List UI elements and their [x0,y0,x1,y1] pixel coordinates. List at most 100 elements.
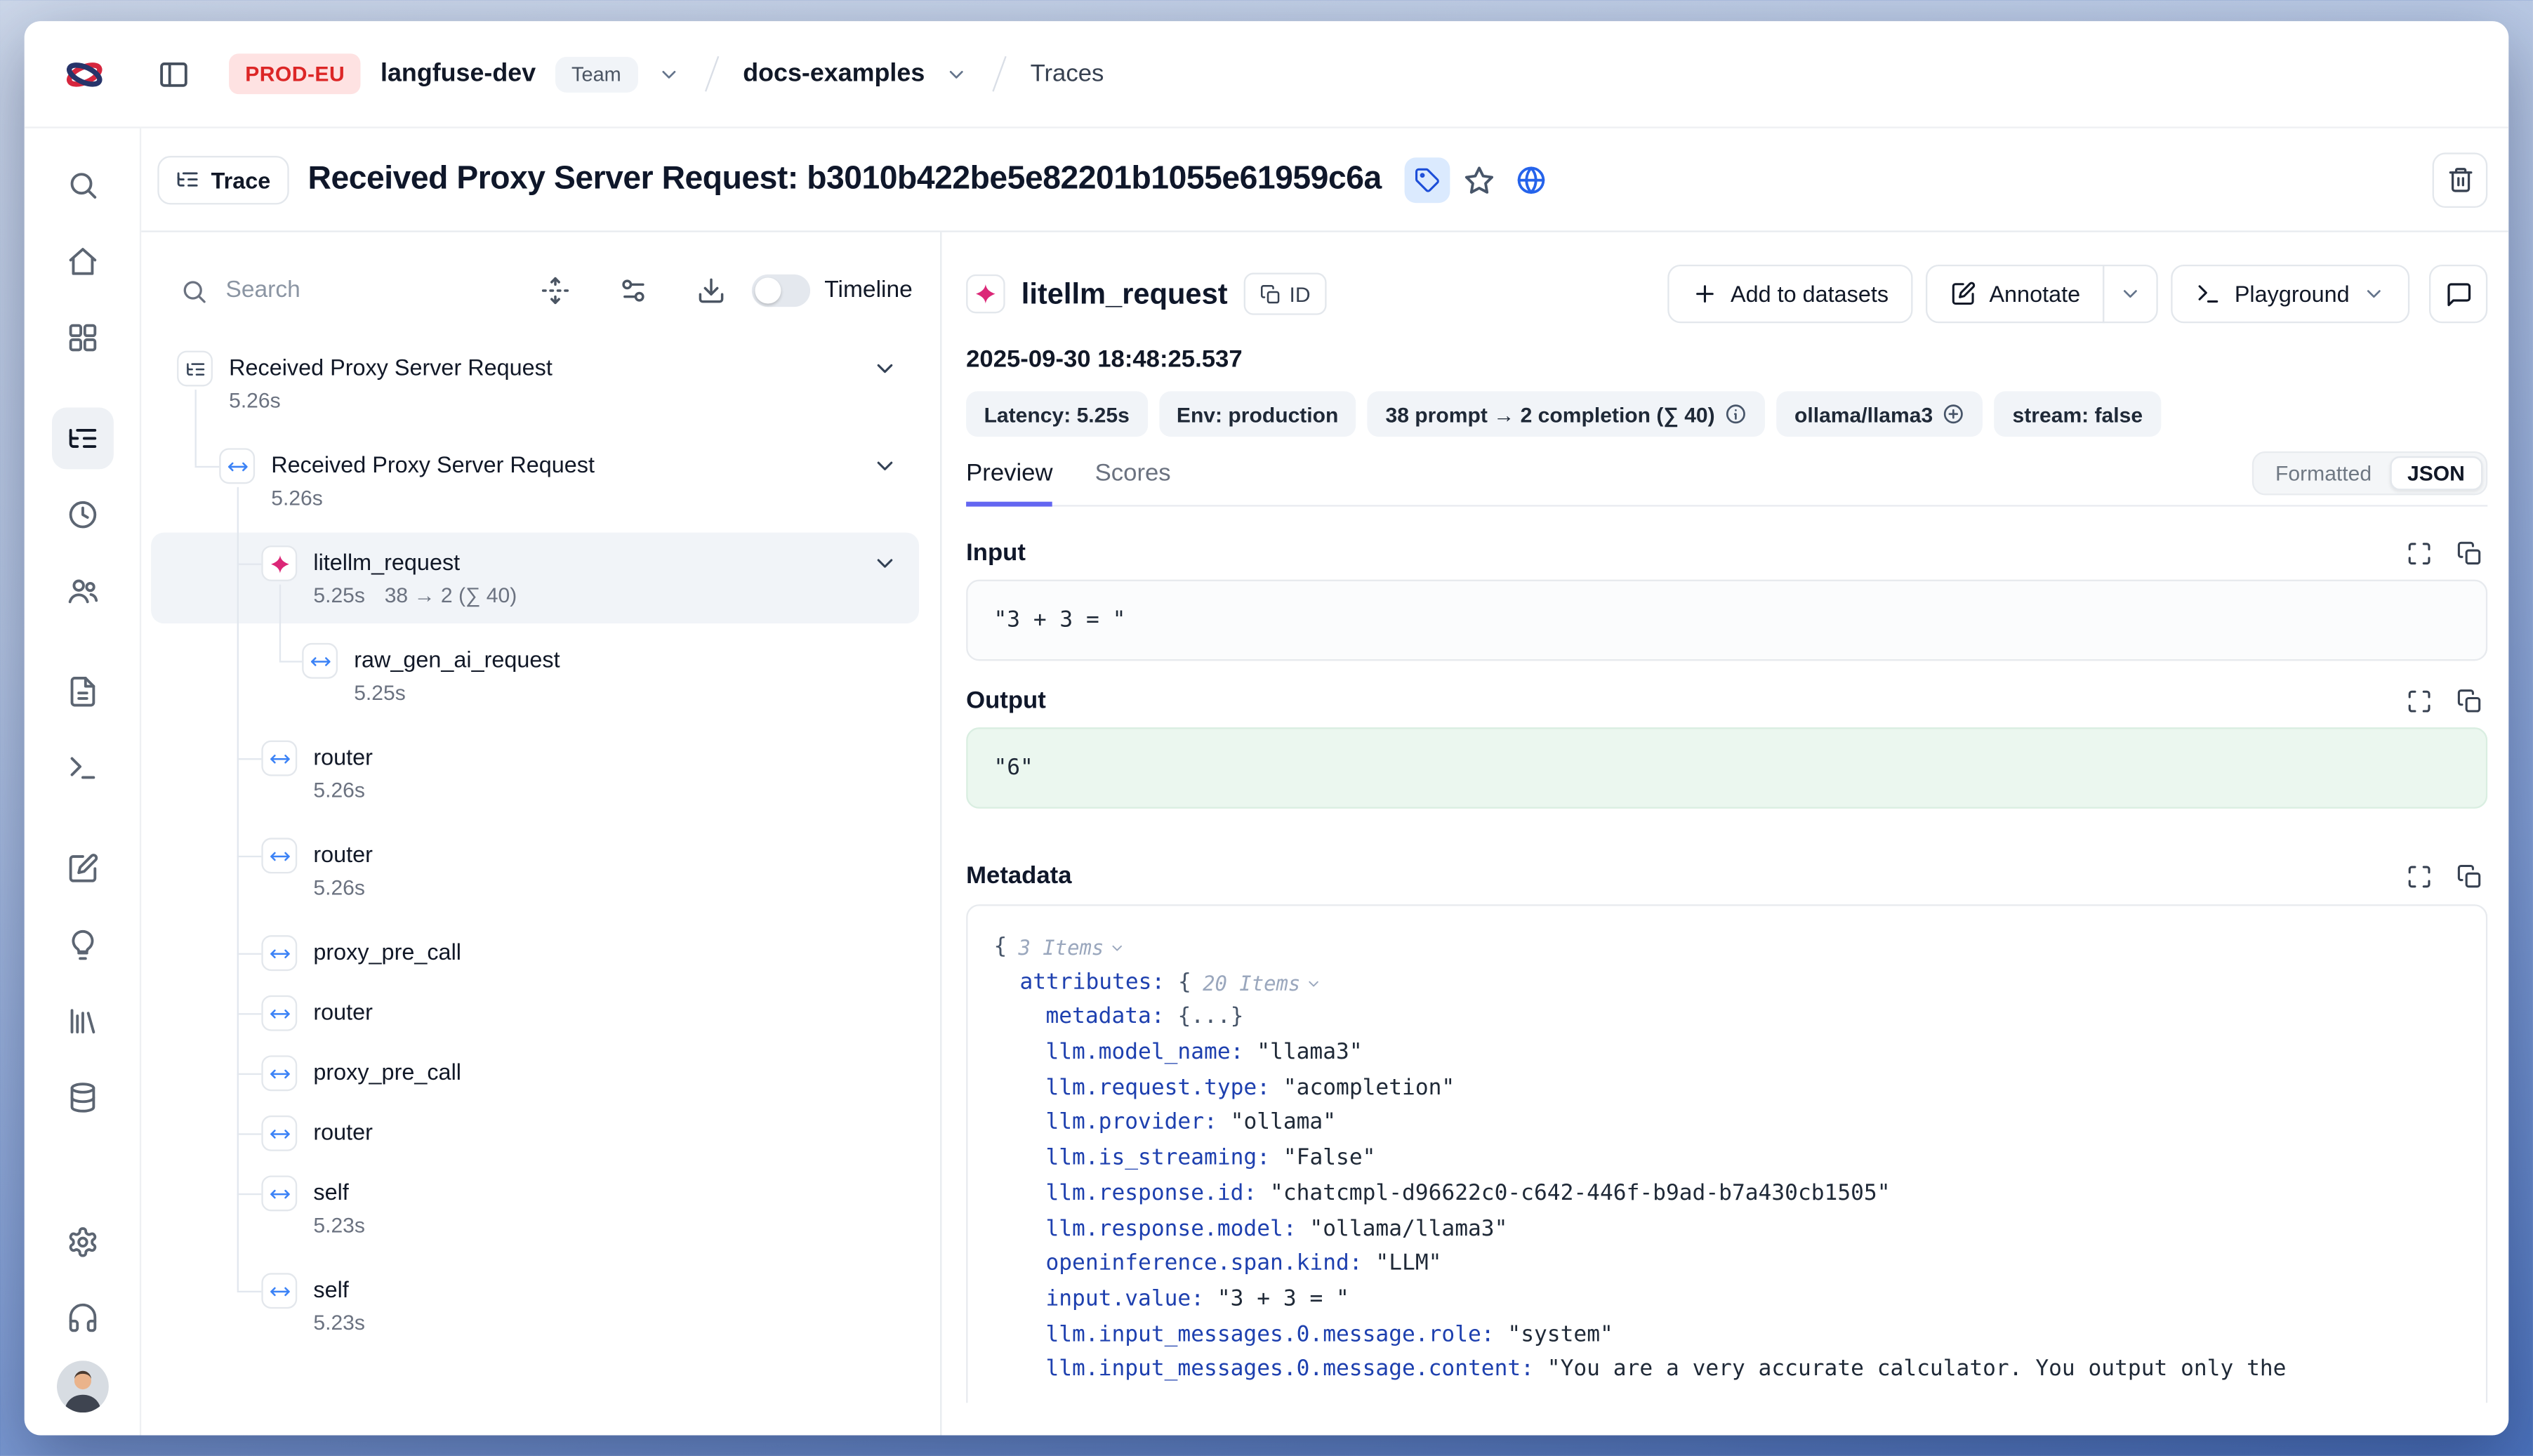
tree-toolbar: Timeline [141,232,940,307]
tree-row-proxy_pre_call[interactable]: proxy_pre_call [141,1043,940,1103]
sidebar-item-insights[interactable] [51,914,113,976]
user-avatar[interactable] [56,1361,108,1412]
json-value: "LLM" [1375,1247,1441,1283]
tab-preview[interactable]: Preview [966,460,1052,507]
tree-row-router[interactable]: router5.26s [141,727,940,825]
info-icon[interactable] [1725,403,1747,425]
download-button[interactable] [696,276,726,305]
add-to-datasets-button[interactable]: Add to datasets [1667,265,1913,323]
sidebar-item-sessions[interactable] [51,484,113,545]
trash-icon [2446,166,2473,193]
sidebar-item-settings[interactable] [51,1211,113,1273]
tree-row-router[interactable]: router5.26s [141,825,940,922]
detail-tabs: Preview Scores Formatted JSON [966,451,2487,507]
annotate-button[interactable]: Annotate [1926,265,2105,323]
span-icon [302,643,338,679]
timeline-toggle[interactable] [751,274,809,307]
sidebar-item-home[interactable] [51,230,113,292]
tree-connector [237,487,238,1291]
breadcrumb-traces[interactable]: Traces [1031,60,1104,88]
comments-button[interactable] [2429,265,2487,323]
view-settings-button[interactable] [619,276,648,305]
node-label: router [313,995,373,1028]
formatted-option[interactable]: Formatted [2258,456,2390,491]
chevron-down-icon[interactable] [872,453,898,479]
tree-connector [194,390,195,466]
badge-label: Latency: 5.25s [984,402,1130,426]
expand-icon[interactable] [2407,863,2433,889]
copy-icon [1260,284,1281,305]
metric-badge: ollama/llama3 [1777,391,1983,437]
json-key: metadata: [1045,1001,1177,1036]
tree-connector [194,466,219,468]
copy-icon[interactable] [2456,687,2482,713]
copy-id-button[interactable]: ID [1244,273,1327,315]
tab-scores[interactable]: Scores [1095,460,1171,507]
tree-connector [237,856,262,857]
tree-row-self[interactable]: self5.23s [141,1260,940,1358]
sidebar-item-datasets[interactable] [51,991,113,1052]
chevron-down-icon[interactable] [872,356,898,382]
tree-row-Received Proxy Server Request[interactable]: Received Proxy Server Request5.26s [141,435,940,533]
sidebar-item-support[interactable] [51,1288,113,1349]
sidebar-item-tracing[interactable] [51,408,113,470]
tree-search-input[interactable] [225,277,417,303]
tree-row-proxy_pre_call[interactable]: proxy_pre_call [141,922,940,983]
sidebar-item-playground[interactable] [51,737,113,799]
lightbulb-icon [66,929,98,961]
tags-button[interactable] [1404,157,1450,202]
bookmark-button[interactable] [1456,157,1502,202]
sidebar-item-exports[interactable] [51,1067,113,1129]
sidebar-item-users[interactable] [51,560,113,622]
plus-icon [1692,281,1718,307]
json-brace: { [1178,965,1191,1000]
sidebar-item-evaluation[interactable] [51,838,113,899]
tree-connector [237,953,262,955]
tree-row-router[interactable]: router [141,982,940,1043]
json-option[interactable]: JSON [2390,456,2483,491]
plus-circle-icon[interactable] [1943,403,1965,425]
metadata-json-line: llm.request.type: "acompletion" [993,1071,2459,1106]
list-tree-icon [177,351,213,387]
collapse-chevron-icon[interactable] [1109,940,1125,956]
dashboards-icon [66,322,98,354]
playground-button[interactable]: Playground [2171,265,2410,323]
tree-row-raw_gen_ai_request[interactable]: raw_gen_ai_request5.25s [141,630,940,727]
node-duration: 5.26s [313,873,365,903]
node-duration: 5.26s [313,776,365,806]
node-duration: 5.25s [313,581,365,611]
expand-all-button[interactable] [541,276,570,305]
node-duration: 5.26s [229,386,281,416]
collapse-chevron-icon[interactable] [1305,975,1321,991]
expand-icon[interactable] [2407,687,2433,713]
delete-trace-button[interactable] [2433,152,2488,207]
project-switcher-chevron-icon[interactable] [944,62,967,85]
expand-icon[interactable] [2407,540,2433,566]
copy-icon[interactable] [2456,863,2482,889]
org-name[interactable]: langfuse-dev [381,59,536,88]
sidebar-toggle-button[interactable] [154,54,194,93]
tree-row-router[interactable]: router [141,1102,940,1163]
settings-icon [66,1226,98,1258]
node-label: Received Proxy Server Request [229,351,553,383]
sidebar-item-search[interactable] [51,154,113,216]
sidebar-item-prompts[interactable] [51,661,113,722]
tree-row-litellm_request[interactable]: litellm_request5.25s38 → 2 (∑ 40) [141,533,940,630]
support-icon [66,1302,98,1335]
metadata-json-viewer: {3 Itemsattributes: {20 Itemsmetadata: {… [966,904,2487,1403]
tree-row-self[interactable]: self5.23s [141,1163,940,1260]
sidebar-item-dashboards[interactable] [51,307,113,369]
public-link-button[interactable] [1508,157,1554,202]
project-name[interactable]: docs-examples [743,59,925,88]
tree-row-Received Proxy Server Request[interactable]: Received Proxy Server Request5.26s [141,338,940,435]
playground-label: Playground [2235,281,2350,307]
tree-connector [237,1193,262,1195]
copy-icon[interactable] [2456,540,2482,566]
json-value: "You are a very accurate calculator. You… [1547,1353,2287,1388]
environment-badge: PROD-EU [229,53,361,94]
chevron-down-icon[interactable] [872,550,898,576]
metric-badges: Latency: 5.25sEnv: production38 prompt →… [966,391,2487,437]
json-value: {...} [1177,1001,1243,1036]
org-switcher-chevron-icon[interactable] [657,62,680,85]
annotate-dropdown-button[interactable] [2103,265,2158,323]
